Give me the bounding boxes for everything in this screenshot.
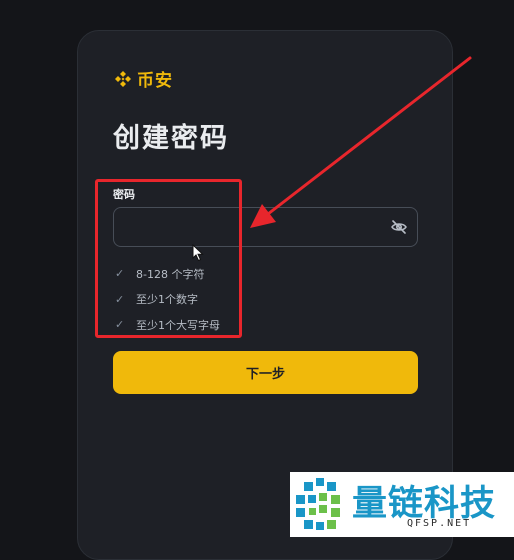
watermark-domain: QFSP.NET (407, 518, 472, 529)
qfsp-logo-icon (296, 478, 348, 530)
annotation-arrow (250, 56, 472, 228)
watermark: 量链科技 QFSP.NET (290, 472, 514, 537)
next-step-button[interactable]: 下一步 (113, 351, 418, 394)
